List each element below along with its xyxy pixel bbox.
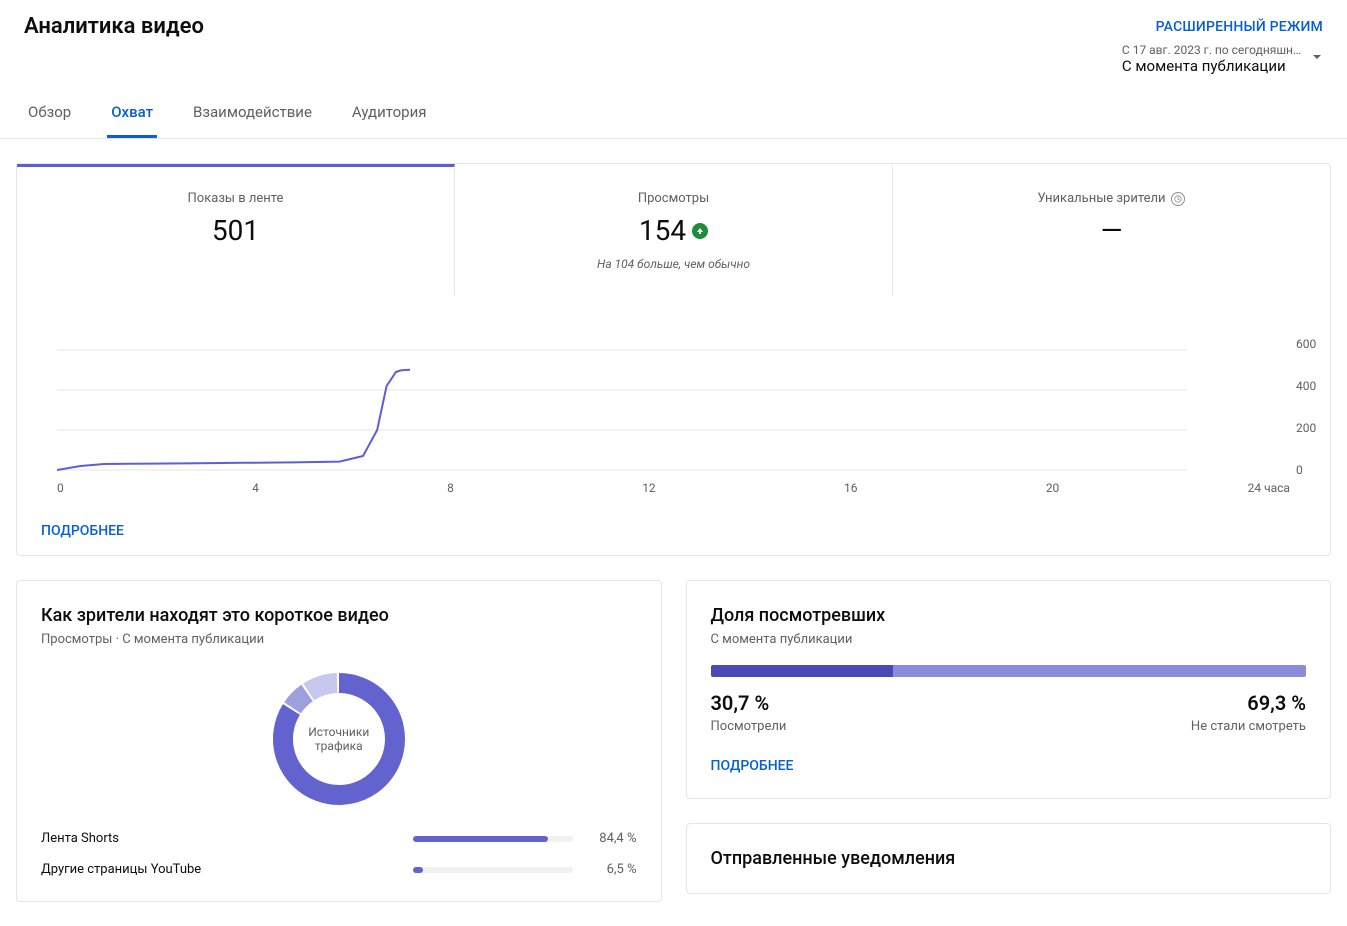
traffic-source-row: Другие страницы YouTube 6,5 % [41,862,637,877]
traffic-source-name: Другие страницы YouTube [41,862,399,877]
more-button[interactable]: ПОДРОБНЕЕ [17,507,148,555]
page-title: Аналитика видео [24,14,204,39]
card-subtitle: С момента публикации [711,632,1307,647]
chevron-down-icon [1311,51,1323,67]
y-tick: 400 [1296,379,1330,393]
tabs-bar: Обзор Охват Взаимодействие Аудитория [0,89,1347,139]
watched-label: Посмотрели [711,719,787,734]
watched-bar [711,665,1307,677]
clock-icon [1171,192,1185,206]
watched-share-card: Доля посмотревших С момента публикации 3… [686,580,1332,799]
line-chart: 600 400 200 0 [57,345,1290,475]
metric-tab-unique[interactable]: Уникальные зрители — [893,164,1330,295]
metric-value: 501 [29,214,442,247]
date-range-picker[interactable]: С 17 авг. 2023 г. по сегодняшн… С момент… [1122,43,1323,75]
tab-reach[interactable]: Охват [107,89,157,138]
metric-value: 154 [639,214,686,247]
tab-overview[interactable]: Обзор [24,89,75,138]
traffic-sources-card: Как зрители находят это короткое видео П… [16,580,662,902]
y-tick: 0 [1296,463,1330,477]
card-title: Доля посмотревших [711,605,1307,626]
y-tick: 200 [1296,421,1330,435]
skipped-label: Не стали смотреть [1191,719,1306,734]
advanced-mode-button[interactable]: РАСШИРЕННЫЙ РЕЖИМ [1156,19,1323,35]
notifications-card: Отправленные уведомления [686,823,1332,894]
x-tick: 0 [57,481,64,495]
date-range-text: С 17 авг. 2023 г. по сегодняшн… [1122,43,1301,57]
metric-tab-impressions[interactable]: Показы в ленте 501 [17,164,455,295]
traffic-source-pct: 6,5 % [587,862,637,877]
metric-label: Показы в ленте [29,191,442,206]
watched-pct: 30,7 % [711,691,787,715]
main-chart-card: Показы в ленте 501 Просмотры 154 На 104 … [16,163,1331,556]
arrow-up-icon [692,223,708,239]
x-tick: 12 [642,481,656,495]
metric-subtext: На 104 больше, чем обычно [467,257,880,271]
metric-tab-views[interactable]: Просмотры 154 На 104 больше, чем обычно [455,164,893,295]
x-tick: 8 [447,481,454,495]
metric-value: — [905,214,1318,247]
tab-engagement[interactable]: Взаимодействие [189,89,316,138]
y-tick: 600 [1296,337,1330,351]
more-button[interactable]: ПОДРОБНЕЕ [711,734,794,774]
x-tick: 20 [1046,481,1060,495]
x-tick: 4 [252,481,259,495]
card-title: Отправленные уведомления [711,848,1307,869]
date-mode-text: С момента публикации [1122,57,1301,75]
card-subtitle: Просмотры · С момента публикации [41,632,637,647]
tab-audience[interactable]: Аудитория [348,89,431,138]
traffic-source-bar [413,867,573,873]
metric-label: Просмотры [467,191,880,206]
card-title: Как зрители находят это короткое видео [41,605,637,626]
metric-label: Уникальные зрители [1038,191,1166,206]
skipped-pct: 69,3 % [1191,691,1306,715]
donut-chart: Источники трафика [271,671,407,807]
x-tick: 16 [844,481,858,495]
donut-center-label: Источники трафика [305,725,373,753]
x-tick: 24 часа [1248,481,1290,495]
